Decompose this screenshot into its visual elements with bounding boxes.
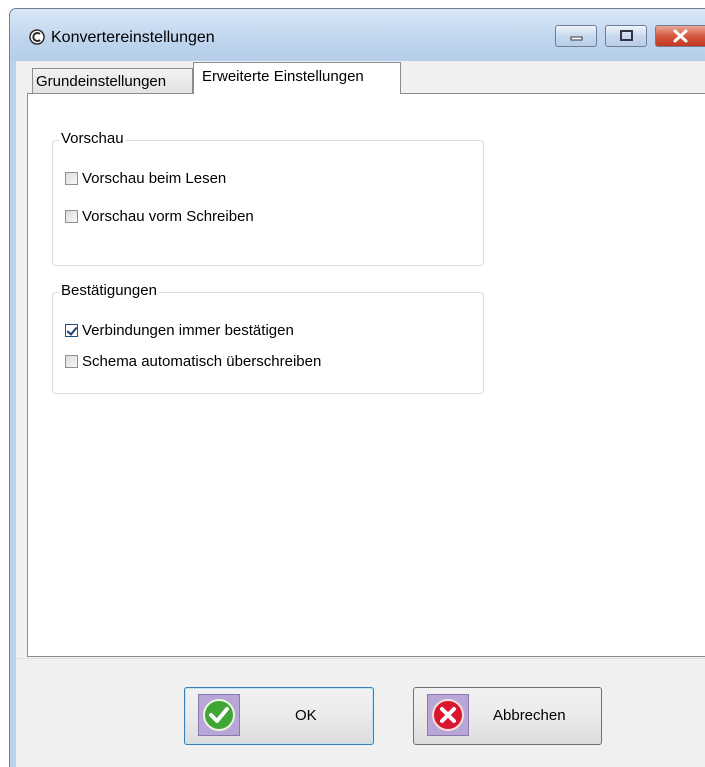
minimize-button[interactable]	[555, 25, 597, 47]
converter-app-icon	[29, 29, 45, 45]
tab-label: Erweiterte Einstellungen	[202, 68, 364, 85]
ok-icon-frame	[198, 694, 240, 736]
checkbox-box[interactable]	[65, 172, 78, 185]
group-confirmations: Bestätigungen Verbindungen immer bestäti…	[52, 282, 484, 394]
button-bar: OK Abbrechen	[16, 658, 705, 767]
ok-button-label: OK	[295, 707, 317, 724]
red-x-icon	[432, 699, 464, 731]
checkbox-box[interactable]	[65, 355, 78, 368]
tab-grundeinstellungen[interactable]: Grundeinstellungen	[32, 68, 193, 93]
dialog-client-area: Grundeinstellungen Erweiterte Einstellun…	[16, 61, 705, 767]
checkbox-label[interactable]: Vorschau beim Lesen	[82, 170, 226, 187]
checkbox-label[interactable]: Vorschau vorm Schreiben	[82, 208, 254, 225]
maximize-button[interactable]	[605, 25, 647, 47]
maximize-icon	[620, 30, 633, 41]
green-check-icon	[203, 699, 235, 731]
tab-erweiterte-einstellungen[interactable]: Erweiterte Einstellungen	[193, 62, 401, 94]
close-button[interactable]	[655, 25, 705, 47]
group-preview: Vorschau Vorschau beim Lesen Vorschau vo…	[52, 130, 484, 266]
close-icon	[673, 29, 688, 43]
cancel-button[interactable]: Abbrechen	[413, 687, 602, 745]
cancel-button-label: Abbrechen	[493, 707, 566, 724]
title-bar[interactable]: Konvertereinstellungen	[10, 9, 705, 61]
tab-panel-advanced: Vorschau Vorschau beim Lesen Vorschau vo…	[27, 93, 705, 657]
checkbox-box[interactable]	[65, 210, 78, 223]
ok-button[interactable]: OK	[184, 687, 374, 745]
window-title: Konvertereinstellungen	[51, 29, 215, 46]
minimize-icon	[570, 36, 583, 41]
checkbox-label[interactable]: Verbindungen immer bestätigen	[82, 322, 294, 339]
cancel-icon-frame	[427, 694, 469, 736]
dialog-window: Konvertereinstellungen Grundeinstellunge…	[9, 8, 705, 767]
checkbox-label[interactable]: Schema automatisch überschreiben	[82, 353, 321, 370]
checkbox-box[interactable]	[65, 324, 78, 337]
tab-label: Grundeinstellungen	[36, 73, 167, 90]
group-title: Bestätigungen	[59, 282, 159, 299]
group-title: Vorschau	[59, 130, 126, 147]
